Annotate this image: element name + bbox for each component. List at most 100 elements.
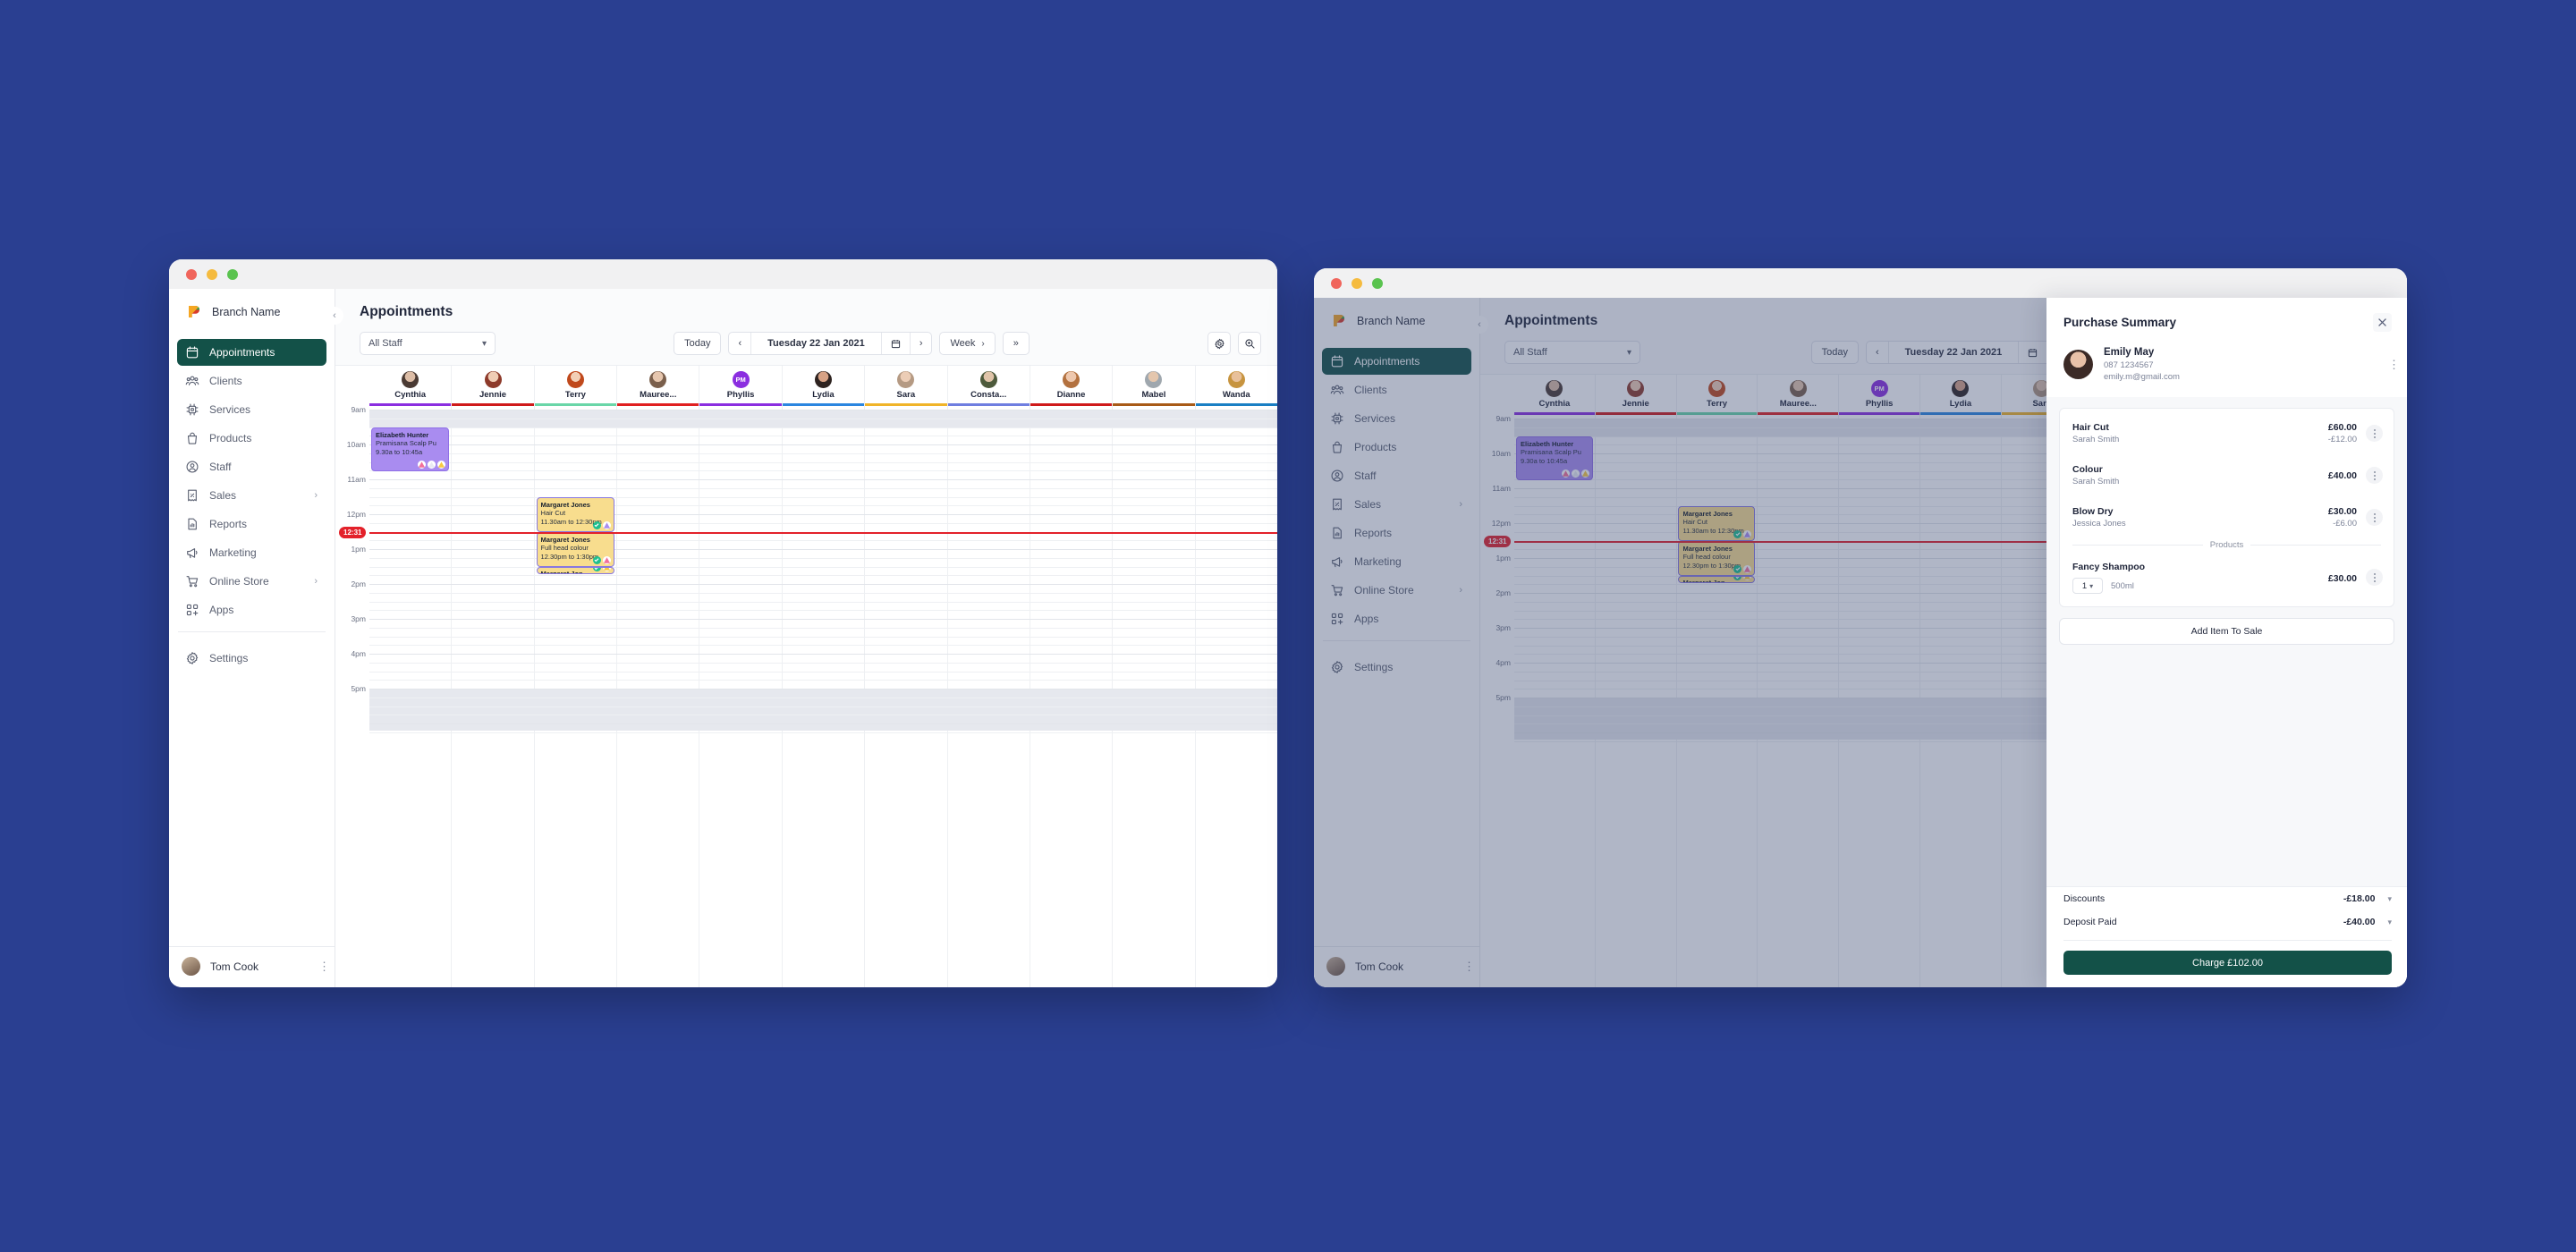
staff-column-header[interactable]: Sara xyxy=(864,366,947,406)
staff-column-header[interactable]: Consta... xyxy=(946,366,1030,406)
window-minimize-dot[interactable] xyxy=(1352,277,1362,289)
sidebar-user-row[interactable]: Tom Cook ⋮ xyxy=(169,946,335,987)
grid-line xyxy=(369,654,1277,655)
staff-column-header[interactable]: Jennie xyxy=(451,366,534,406)
staff-column-header[interactable]: Terry xyxy=(533,366,617,406)
window-minimize-dot[interactable] xyxy=(207,268,217,280)
brand-name: Branch Name xyxy=(212,305,281,318)
add-item-to-sale-button[interactable]: Add Item To Sale xyxy=(2059,618,2394,645)
window-maximize-dot[interactable] xyxy=(1372,277,1383,289)
badge-icon xyxy=(602,567,611,572)
app-logo-icon xyxy=(186,304,201,319)
date-picker-button[interactable] xyxy=(882,333,911,354)
sidebar-item-online-store[interactable]: Online Store › xyxy=(177,568,326,595)
sidebar-item-sales[interactable]: Sales › xyxy=(177,482,326,509)
total-row[interactable]: Discounts -£18.00 ▾ xyxy=(2063,887,2392,910)
sidebar-collapse-button[interactable]: ‹ xyxy=(326,307,343,325)
chevron-down-icon[interactable]: ▾ xyxy=(2387,918,2392,927)
prev-date-button[interactable]: ‹ xyxy=(729,333,752,354)
panel-footer: Discounts -£18.00 ▾ Deposit Paid -£40.00 ▾ Ch… xyxy=(2046,886,2407,987)
staff-column-header[interactable]: Dianne xyxy=(1029,366,1113,406)
avatar xyxy=(1063,371,1080,388)
appointment-card[interactable]: Margaret Jones Full head colour 12.30pm to… xyxy=(536,531,614,567)
user-menu-button[interactable]: ⋮ xyxy=(318,960,330,972)
staff-name: Sara xyxy=(896,390,916,400)
client-row[interactable]: Emily May 087 1234567 emily.m@gmail.com … xyxy=(2046,344,2407,397)
product-menu-button[interactable] xyxy=(2366,569,2383,586)
staff-name: Jennie xyxy=(479,390,507,400)
service-menu-button[interactable] xyxy=(2366,467,2383,484)
grid-line xyxy=(369,487,1277,489)
avatar xyxy=(2063,350,2093,379)
zoom-in-button[interactable] xyxy=(1238,332,1261,355)
quantity-stepper[interactable]: 1 ▾ xyxy=(2072,578,2103,594)
window-close-dot[interactable] xyxy=(1331,277,1342,289)
service-price: £60.00 xyxy=(2327,422,2357,433)
user-name: Tom Cook xyxy=(210,960,259,973)
service-name: Hair Cut xyxy=(2072,422,2109,433)
sidebar-item-apps[interactable]: Apps xyxy=(177,596,326,623)
window-maximize-dot[interactable] xyxy=(227,268,238,280)
sidebar-item-settings[interactable]: Settings xyxy=(177,645,326,672)
service-name: Colour xyxy=(2072,464,2103,475)
appointment-card[interactable]: Margaret Jones Hair Cut 11.30am to 12:30pm xyxy=(536,496,614,532)
grid-line xyxy=(369,522,1277,524)
product-line-item[interactable]: Fancy Shampoo 1 ▾ 500ml £30.00 xyxy=(2060,552,2394,603)
appointment-card[interactable]: Elizabeth Hunter Pramisana Scalp Pu 9.30a … xyxy=(371,427,450,472)
appointment-service: Pramisana Scalp Pu xyxy=(376,439,436,447)
staff-column-header[interactable]: Mauree... xyxy=(616,366,699,406)
expand-button[interactable]: » xyxy=(1002,332,1030,355)
charge-button[interactable]: Charge £102.00 xyxy=(2063,951,2392,975)
service-line-item[interactable]: Blow Dry Jessica Jones £30.00 -£6.00 xyxy=(2060,496,2394,538)
total-row[interactable]: Deposit Paid -£40.00 ▾ xyxy=(2063,910,2392,934)
grid-line xyxy=(369,584,1277,585)
avatar xyxy=(182,957,200,976)
sidebar-item-products[interactable]: Products xyxy=(177,425,326,452)
badge-icon xyxy=(428,461,436,470)
service-price: £30.00 xyxy=(2327,506,2357,517)
staff-column-header[interactable]: Lydia xyxy=(781,366,865,406)
sidebar-item-reports[interactable]: Reports xyxy=(177,511,326,537)
badge-check-icon xyxy=(592,567,601,572)
appointment-service: Full head colour xyxy=(540,544,589,552)
service-menu-button[interactable] xyxy=(2366,509,2383,526)
sidebar-settings-group: Settings xyxy=(169,639,335,673)
sidebar-item-services[interactable]: Services xyxy=(177,396,326,423)
brand[interactable]: Branch Name ‹ xyxy=(169,289,343,334)
service-line-item[interactable]: Hair Cut Sarah Smith £60.00 -£12.00 xyxy=(2060,412,2394,454)
chevron-down-icon[interactable]: ▾ xyxy=(2387,894,2392,904)
staff-name: Dianne xyxy=(1056,390,1086,400)
page-title: Appointments xyxy=(360,304,453,319)
product-name: Fancy Shampoo xyxy=(2072,562,2146,572)
window-close-dot[interactable] xyxy=(186,268,197,280)
staff-column-header[interactable]: Cynthia xyxy=(369,366,452,406)
avatar xyxy=(1145,371,1163,388)
sidebar-divider xyxy=(178,631,326,632)
appointment-card[interactable]: Margaret Jon... xyxy=(536,566,614,575)
sidebar-item-appointments[interactable]: Appointments xyxy=(177,339,326,366)
sidebar-item-label: Online Store xyxy=(209,575,269,588)
grid-line xyxy=(369,671,1277,673)
service-menu-button[interactable] xyxy=(2366,425,2383,442)
staff-column-header[interactable]: Wanda xyxy=(1194,366,1277,406)
sidebar-item-staff[interactable]: Staff xyxy=(177,453,326,480)
grid-line xyxy=(369,514,1277,515)
client-menu-button[interactable]: ⋮ xyxy=(2388,359,2400,370)
staff-filter-select[interactable]: All Staff ▾ xyxy=(360,332,496,355)
grid-line xyxy=(369,627,1277,629)
avatar xyxy=(814,371,832,388)
staff-column-header[interactable]: Mabel xyxy=(1112,366,1195,406)
calendar-settings-button[interactable] xyxy=(1208,332,1231,355)
sidebar-item-clients[interactable]: Clients xyxy=(177,368,326,394)
calendar-grid[interactable]: 12:31 Elizabeth Hunter Pramisana Scalp Pu 9… xyxy=(339,406,1277,987)
megaphone-icon xyxy=(185,546,199,560)
sidebar-item-marketing[interactable]: Marketing xyxy=(177,539,326,566)
close-icon[interactable] xyxy=(2373,313,2392,332)
today-button[interactable]: Today xyxy=(674,332,722,355)
service-line-item[interactable]: Colour Sarah Smith £40.00 xyxy=(2060,454,2394,496)
view-select-button[interactable]: Week › xyxy=(939,332,996,355)
next-date-button[interactable]: › xyxy=(911,333,932,354)
staff-column-header[interactable]: PM Phyllis xyxy=(699,366,782,406)
time-label: 1pm xyxy=(351,545,366,554)
total-value: -£40.00 xyxy=(2343,917,2376,927)
